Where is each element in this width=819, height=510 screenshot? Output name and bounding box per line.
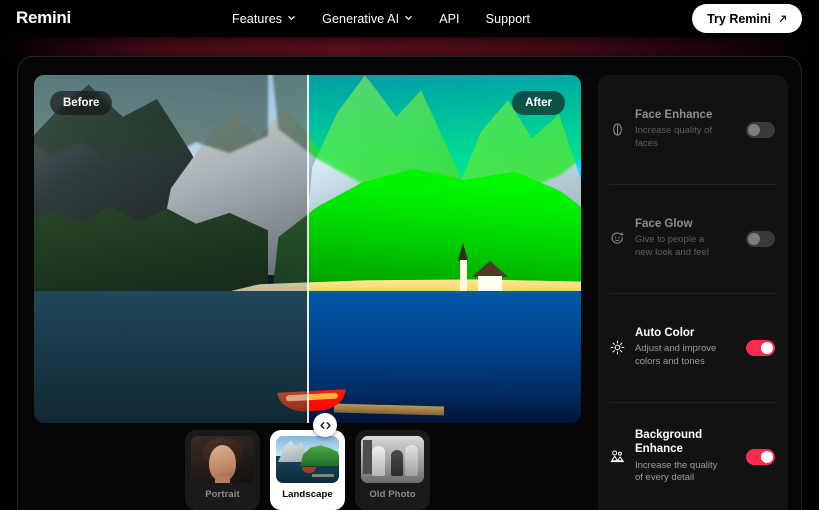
left-right-chevrons-icon <box>319 421 331 429</box>
after-label: After <box>512 91 565 115</box>
nav-item-support-label: Support <box>485 11 531 26</box>
setting-title-auto-color: Auto Color <box>635 327 695 340</box>
setting-row-auto-color[interactable]: Auto Color Adjust and improve colors and… <box>598 293 788 402</box>
setting-subtitle-face-enhance: Increase quality of faces <box>635 125 713 150</box>
try-remini-label: Try Remini <box>707 11 771 26</box>
thumbnail-old-photo-label: Old Photo <box>369 489 416 500</box>
toggle-auto-color[interactable] <box>746 339 775 356</box>
background-enhance-icon <box>609 449 626 464</box>
try-remini-button[interactable]: Try Remini <box>692 4 802 33</box>
comparison-divider <box>307 75 309 423</box>
setting-subtitle-background-enhance: Increase the quality of every detail <box>635 459 718 484</box>
nav-item-api[interactable]: API <box>439 12 459 26</box>
setting-row-face-glow[interactable]: Face Glow Give to people a new look and … <box>598 184 788 293</box>
setting-row-face-enhance[interactable]: Face Enhance Increase quality of faces <box>598 75 788 184</box>
thumbnail-landscape[interactable]: Landscape <box>270 430 345 510</box>
nav-item-generative-ai[interactable]: Generative AI <box>322 12 413 26</box>
nav-links: Features Generative AI API Support <box>232 0 530 37</box>
setting-text-auto-color: Auto Color Adjust and improve colors and… <box>635 326 737 369</box>
before-image <box>34 75 308 423</box>
enhancement-settings-panel: Face Enhance Increase quality of faces F… <box>598 75 788 510</box>
thumbnail-landscape-label: Landscape <box>282 489 333 500</box>
toggle-background-enhance[interactable] <box>746 448 775 465</box>
page-root: Remini Features Generative AI API Suppor… <box>0 0 819 510</box>
chevron-down-icon <box>287 13 296 22</box>
setting-subtitle-auto-color: Adjust and improve colors and tones <box>635 343 717 368</box>
before-after-viewer[interactable]: Before After <box>34 75 581 423</box>
brand-logo[interactable]: Remini <box>16 8 71 28</box>
setting-text-face-enhance: Face Enhance Increase quality of faces <box>635 108 737 151</box>
setting-row-background-enhance[interactable]: Background Enhance Increase the quality … <box>598 402 788 510</box>
setting-text-face-glow: Face Glow Give to people a new look and … <box>635 217 737 260</box>
external-link-icon <box>777 14 787 24</box>
setting-text-background-enhance: Background Enhance Increase the quality … <box>635 428 737 485</box>
toggle-face-enhance[interactable] <box>746 121 775 138</box>
nav-item-api-label: API <box>439 11 460 26</box>
before-label: Before <box>50 91 113 115</box>
after-image <box>308 75 581 423</box>
nav-item-generative-ai-label: Generative AI <box>322 11 400 26</box>
setting-subtitle-face-glow: Give to people a new look and feel <box>635 234 709 259</box>
thumbnail-old-photo[interactable]: Old Photo <box>355 430 430 510</box>
auto-color-icon <box>609 340 626 355</box>
chevron-down-icon <box>404 13 413 22</box>
nav-item-support[interactable]: Support <box>486 12 530 26</box>
app-preview-card: Before After Portrait Landscape Old Phot… <box>17 56 802 510</box>
old-photo-thumbnail-image <box>361 436 424 483</box>
thumbnail-portrait-label: Portrait <box>205 489 240 500</box>
face-glow-icon <box>609 231 626 246</box>
setting-title-background-enhance: Background Enhance <box>635 428 703 456</box>
nav-item-features[interactable]: Features <box>232 12 296 26</box>
portrait-thumbnail-image <box>191 436 254 483</box>
sample-thumbnails: Portrait Landscape Old Photo <box>185 430 430 510</box>
toggle-face-glow[interactable] <box>746 230 775 247</box>
nav-item-features-label: Features <box>232 11 283 26</box>
setting-title-face-glow: Face Glow <box>635 218 693 231</box>
thumbnail-portrait[interactable]: Portrait <box>185 430 260 510</box>
face-enhance-icon <box>609 122 626 137</box>
landscape-thumbnail-image <box>276 436 339 483</box>
setting-title-face-enhance: Face Enhance <box>635 109 713 122</box>
comparison-slider-handle[interactable] <box>313 413 337 437</box>
top-navigation-bar: Remini Features Generative AI API Suppor… <box>0 0 819 37</box>
